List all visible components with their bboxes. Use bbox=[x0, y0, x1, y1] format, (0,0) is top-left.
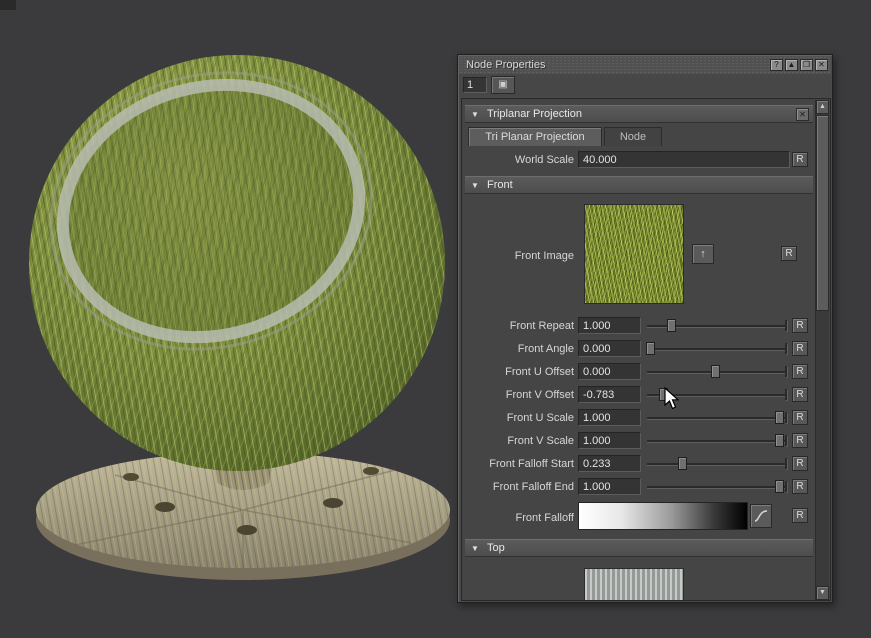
material-preview-render bbox=[15, 15, 475, 615]
slider-handle[interactable] bbox=[659, 388, 668, 401]
front-image-label: Front Image bbox=[466, 247, 574, 265]
node-properties-window: Node Properties ? ▲ ❐ ✕ ▣ ▼ Triplanar Pr… bbox=[457, 54, 833, 603]
slider-handle[interactable] bbox=[646, 342, 655, 355]
param-label: Front V Offset bbox=[466, 386, 574, 404]
param-input[interactable] bbox=[578, 455, 641, 472]
param-label: Front U Offset bbox=[466, 363, 574, 381]
curve-icon bbox=[754, 509, 768, 523]
top-section-header[interactable]: ▼ Top bbox=[465, 539, 813, 557]
param-input[interactable] bbox=[578, 363, 641, 380]
edit-curve-button[interactable] bbox=[750, 504, 772, 528]
slider[interactable] bbox=[647, 341, 787, 356]
slider[interactable] bbox=[647, 433, 787, 448]
world-scale-reset-button[interactable]: R bbox=[792, 152, 808, 167]
collapse-arrow-icon[interactable]: ▼ bbox=[471, 181, 481, 190]
collapse-arrow-icon[interactable]: ▼ bbox=[471, 544, 481, 553]
param-input[interactable] bbox=[578, 478, 641, 495]
slider-handle[interactable] bbox=[711, 365, 720, 378]
slider-handle[interactable] bbox=[775, 480, 784, 493]
window-corner-artifact bbox=[0, 0, 16, 10]
maximize-icon[interactable]: ▲ bbox=[785, 59, 798, 71]
slider-handle[interactable] bbox=[775, 434, 784, 447]
falloff-gradient-strip[interactable] bbox=[578, 502, 748, 530]
slider[interactable] bbox=[647, 456, 787, 471]
front-image-reset-button[interactable]: R bbox=[781, 246, 797, 261]
slider-handle[interactable] bbox=[667, 319, 676, 332]
world-scale-input[interactable] bbox=[578, 151, 790, 168]
vertical-scrollbar[interactable]: ▲ ▼ bbox=[815, 100, 829, 601]
close-icon[interactable]: ✕ bbox=[815, 59, 828, 71]
index-field[interactable] bbox=[463, 77, 487, 93]
param-label: Front Falloff End bbox=[466, 478, 574, 496]
window-title: Node Properties bbox=[462, 59, 768, 71]
help-icon[interactable]: ? bbox=[770, 59, 783, 71]
param-input[interactable] bbox=[578, 317, 641, 334]
param-label: Front U Scale bbox=[466, 409, 574, 427]
reset-button[interactable]: R bbox=[792, 364, 808, 379]
param-label: Front Angle bbox=[466, 340, 574, 358]
reset-button[interactable]: R bbox=[792, 387, 808, 402]
restore-icon[interactable]: ❐ bbox=[800, 59, 813, 71]
slider[interactable] bbox=[647, 410, 787, 425]
front-section-title: Front bbox=[487, 179, 513, 191]
reset-button[interactable]: R bbox=[792, 433, 808, 448]
param-label: Front V Scale bbox=[466, 432, 574, 450]
param-input[interactable] bbox=[578, 409, 641, 426]
load-image-button[interactable]: ↑ bbox=[692, 244, 714, 264]
scrollbar-thumb[interactable] bbox=[816, 115, 829, 311]
param-label: Front Falloff Start bbox=[466, 455, 574, 473]
node-title: Triplanar Projection bbox=[487, 108, 582, 120]
top-image-thumbnail[interactable] bbox=[584, 568, 684, 601]
load-arrow-icon: ↑ bbox=[700, 248, 706, 260]
front-falloff-reset-button[interactable]: R bbox=[792, 508, 808, 523]
param-input[interactable] bbox=[578, 386, 641, 403]
slider-handle[interactable] bbox=[775, 411, 784, 424]
tab-node[interactable]: Node bbox=[604, 127, 662, 146]
reset-button[interactable]: R bbox=[792, 318, 808, 333]
node-section-header[interactable]: ▼ Triplanar Projection ✕ bbox=[465, 105, 813, 123]
top-section-title: Top bbox=[487, 542, 505, 554]
window-titlebar[interactable]: Node Properties ? ▲ ❐ ✕ bbox=[459, 56, 831, 74]
slider[interactable] bbox=[647, 318, 787, 333]
collapse-arrow-icon[interactable]: ▼ bbox=[471, 110, 481, 119]
tab-tri-planar-projection[interactable]: Tri Planar Projection bbox=[468, 127, 602, 146]
scroll-down-icon[interactable]: ▼ bbox=[816, 586, 829, 600]
slider[interactable] bbox=[647, 364, 787, 379]
reset-button[interactable]: R bbox=[792, 456, 808, 471]
front-section-header[interactable]: ▼ Front bbox=[465, 176, 813, 194]
window-toolbar: ▣ bbox=[459, 74, 831, 97]
node-close-icon[interactable]: ✕ bbox=[796, 108, 809, 121]
slider[interactable] bbox=[647, 479, 787, 494]
reset-button[interactable]: R bbox=[792, 479, 808, 494]
front-falloff-label: Front Falloff bbox=[466, 509, 574, 527]
form-tool-icon[interactable]: ▣ bbox=[491, 76, 515, 94]
param-input[interactable] bbox=[578, 340, 641, 357]
properties-scroll-panel: ▼ Triplanar Projection ✕ Tri Planar Proj… bbox=[461, 98, 831, 601]
scroll-up-icon[interactable]: ▲ bbox=[816, 100, 829, 114]
slider-handle[interactable] bbox=[678, 457, 687, 470]
reset-button[interactable]: R bbox=[792, 341, 808, 356]
app-viewport: Node Properties ? ▲ ❐ ✕ ▣ ▼ Triplanar Pr… bbox=[0, 0, 871, 638]
param-label: Front Repeat bbox=[466, 317, 574, 335]
param-input[interactable] bbox=[578, 432, 641, 449]
slider[interactable] bbox=[647, 387, 787, 402]
front-image-thumbnail[interactable] bbox=[584, 204, 684, 304]
world-scale-label: World Scale bbox=[466, 151, 574, 169]
reset-button[interactable]: R bbox=[792, 410, 808, 425]
